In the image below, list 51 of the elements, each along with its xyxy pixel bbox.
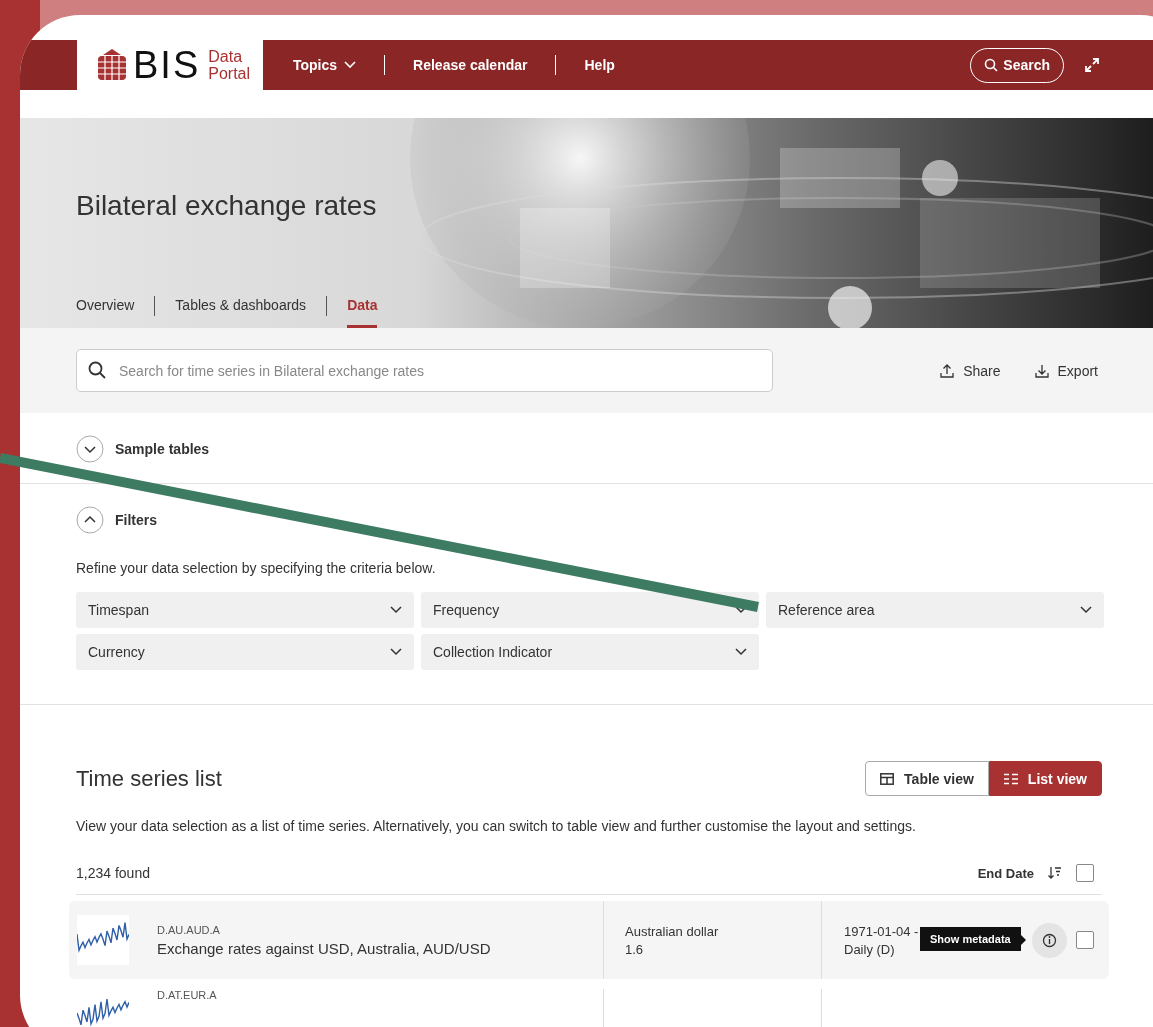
filter-hint: Refine your data selection by specifying the criteria below.	[76, 560, 437, 576]
series-value: 1.6	[625, 941, 645, 957]
info-icon[interactable]	[1032, 922, 1067, 958]
section-toggle[interactable]: Filters	[76, 506, 157, 534]
filter-dropdown[interactable]: Reference area	[766, 592, 1104, 628]
search-icon	[984, 58, 999, 72]
chevron-down-icon	[76, 435, 104, 463]
currency-name: Australian dollar	[625, 923, 720, 939]
chevron-down-icon	[390, 648, 402, 656]
chevron-down-icon	[390, 606, 402, 614]
section-title: Time series list	[76, 765, 222, 792]
table-icon	[880, 772, 895, 785]
action-button[interactable]: Export	[1030, 362, 1102, 379]
download-icon	[1034, 363, 1049, 378]
chevron-down-icon	[344, 61, 357, 69]
filter-dropdown[interactable]: Frequency	[421, 592, 759, 628]
tab[interactable]: Overview	[76, 296, 155, 328]
frequency: Daily (D)	[844, 941, 896, 957]
page-title: Bilateral exchange rates	[76, 190, 378, 222]
description: View your data selection as a list of time series. Alternatively, you can switch to table view and further customise the layout and settings.	[76, 818, 917, 834]
expand-icon[interactable]	[1084, 57, 1100, 73]
nav-link[interactable]: Help	[556, 57, 643, 73]
chevron-down-icon	[735, 606, 747, 614]
chevron-down-icon	[1080, 606, 1092, 614]
nav-link[interactable]: Topics	[293, 57, 385, 73]
sort-button[interactable]: End Date	[977, 865, 1034, 881]
sort-icon[interactable]	[1048, 866, 1062, 880]
search-field[interactable]: Search for time series in Bilateral exchange rates	[76, 349, 773, 392]
view-toggle[interactable]: Table view	[865, 761, 989, 796]
series-code: D.AT.EUR.A	[157, 989, 218, 1001]
action-button[interactable]: Share	[936, 362, 1005, 379]
section-toggle[interactable]: Sample tables	[76, 435, 210, 463]
sparkline-chart	[77, 915, 129, 965]
share-icon	[940, 363, 955, 378]
chevron-down-icon	[735, 648, 747, 656]
logo-text: BIS	[133, 43, 201, 87]
logo-subtitle: Data Portal	[208, 48, 251, 82]
nav-link[interactable]: Release calendar	[385, 57, 556, 73]
filter-dropdown[interactable]: Collection Indicator	[421, 634, 759, 670]
series-title: Exchange rates against USD, Australia, AUD/USD	[157, 939, 492, 957]
view-toggle[interactable]: List view	[988, 761, 1102, 796]
list-icon	[1003, 772, 1018, 785]
tooltip: Show metadata	[920, 927, 1026, 951]
chevron-up-icon	[76, 506, 104, 534]
tab[interactable]: Tables & dashboards	[155, 296, 327, 328]
filter-dropdown[interactable]: Timespan	[76, 592, 414, 628]
series-code: D.AU.AUD.A	[157, 923, 221, 936]
filter-dropdown[interactable]: Currency	[76, 634, 414, 670]
checkbox[interactable]	[1076, 864, 1094, 882]
result-count: 1,234 found	[76, 865, 150, 881]
checkbox[interactable]	[1076, 931, 1094, 949]
